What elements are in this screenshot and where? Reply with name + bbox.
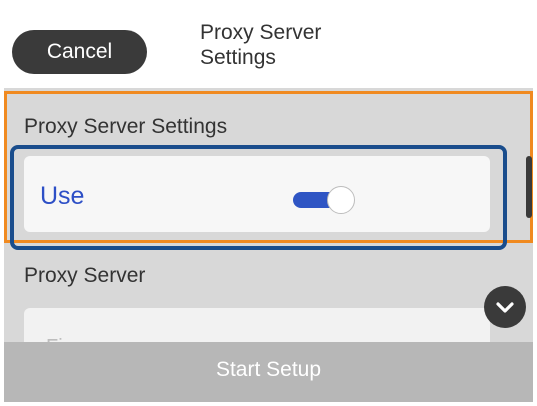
start-setup-button[interactable]: Start Setup <box>4 358 533 382</box>
focus-highlight-frame <box>10 145 507 250</box>
proxy-server-heading: Proxy Server <box>24 264 146 287</box>
proxy-server-settings-heading: Proxy Server Settings <box>24 115 228 138</box>
header-bar: Cancel Proxy Server Settings <box>4 6 533 88</box>
scrollbar-thumb[interactable] <box>526 156 532 218</box>
scroll-down-button[interactable] <box>484 286 526 328</box>
chevron-down-icon <box>496 302 514 313</box>
device-screen: Cancel Proxy Server Settings Proxy Serve… <box>4 6 533 402</box>
cancel-button[interactable]: Cancel <box>12 30 147 74</box>
page-title: Proxy Server Settings <box>200 21 322 69</box>
